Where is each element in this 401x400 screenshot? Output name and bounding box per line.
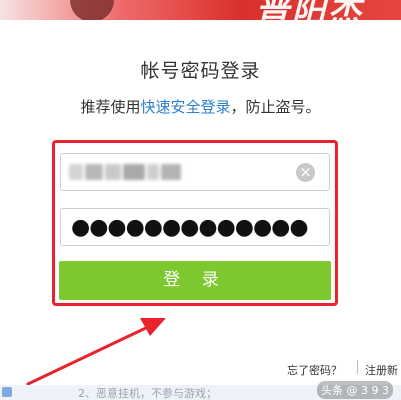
forgot-password-link[interactable]: 忘了密码？ — [287, 362, 342, 378]
password-value: ●●●●●●●●●●●●● — [71, 215, 309, 240]
account-value-blurred — [69, 164, 181, 182]
subtitle-prefix: 推荐使用 — [80, 98, 141, 116]
bottom-tip-text: 2、恶意挂机，不参与游戏； — [78, 387, 217, 400]
quick-login-link[interactable]: 快速安全登录 — [140, 98, 230, 116]
watermark: 头条 @ 3 9 3 — [317, 381, 393, 399]
strip-marker-icon — [2, 387, 12, 397]
link-divider — [357, 360, 358, 374]
account-input[interactable]: × — [60, 153, 330, 191]
login-button[interactable]: 登 录 — [59, 261, 331, 300]
login-subtitle: 推荐使用快速安全登录，防止盗号。 — [0, 96, 401, 117]
banner-brush-text: 晋阳杰 — [255, 0, 363, 20]
top-banner: 晋阳杰 — [0, 0, 401, 20]
banner-logo-circle — [70, 0, 114, 20]
login-page: 晋阳杰 帐号密码登录 推荐使用快速安全登录，防止盗号。 × ●●●●●●●●●●… — [0, 0, 401, 400]
page-title: 帐号密码登录 — [140, 60, 261, 82]
clear-circle-icon[interactable]: × — [296, 163, 315, 182]
password-input[interactable]: ●●●●●●●●●●●●● — [60, 208, 330, 246]
register-link[interactable]: 注册新 — [365, 362, 398, 378]
subtitle-suffix: ，防止盗号。 — [230, 98, 321, 116]
